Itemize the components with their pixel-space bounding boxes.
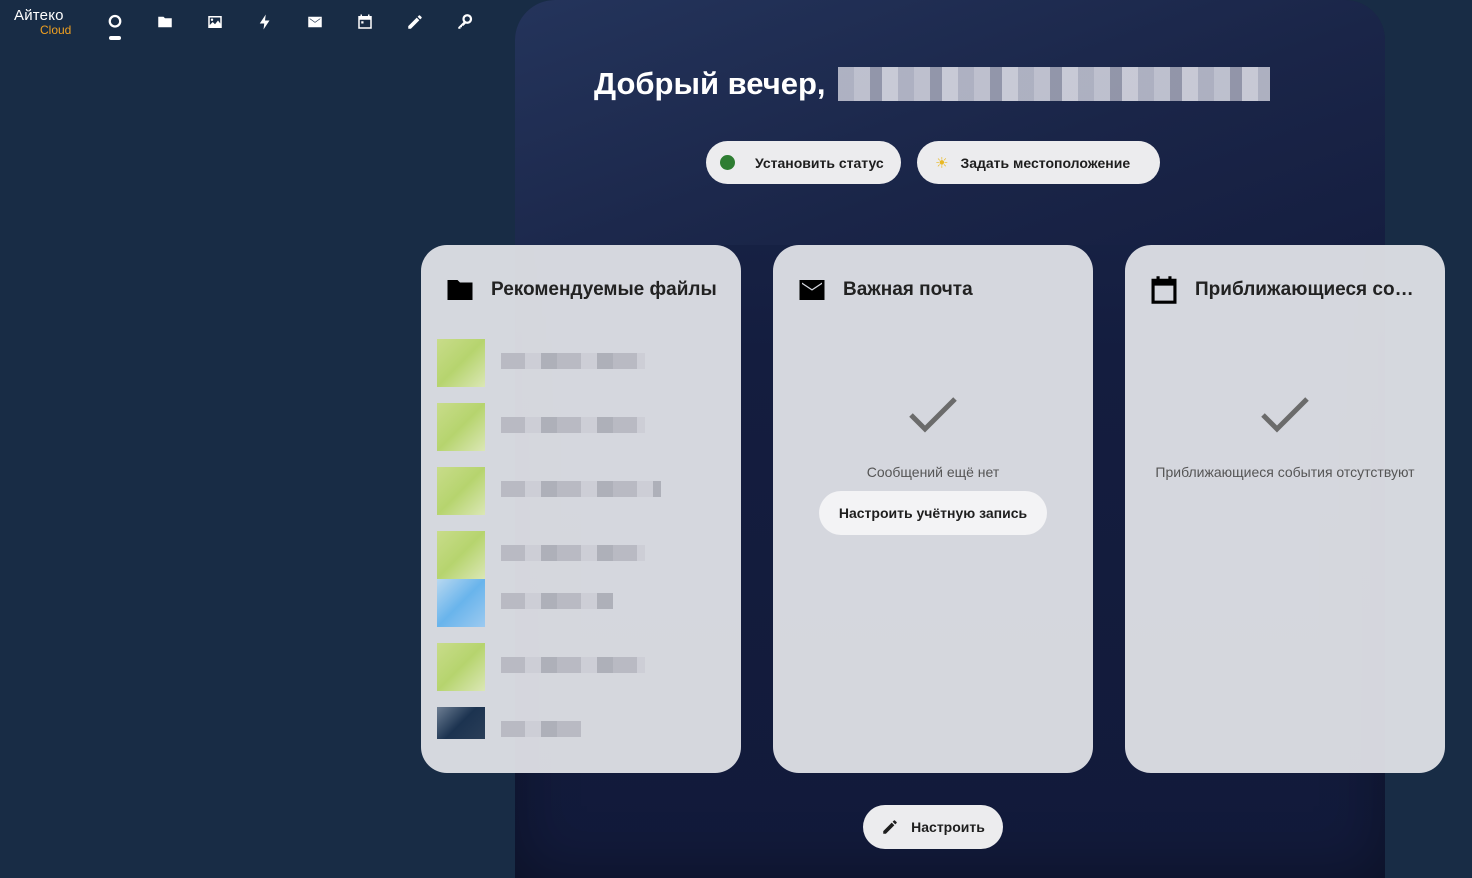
file-name-redacted [501, 417, 645, 433]
widget-title[interactable]: Рекомендуемые файлы [491, 279, 717, 301]
mail-icon[interactable] [303, 10, 327, 34]
calendar-icon[interactable] [353, 10, 377, 34]
mail-icon [799, 280, 825, 300]
empty-state-text: Сообщений ещё нет [866, 464, 1000, 480]
list-item[interactable] [437, 531, 677, 579]
set-status-label: Установить статус [755, 154, 884, 171]
photos-icon[interactable] [203, 10, 227, 34]
file-thumbnail [437, 707, 485, 739]
widget-header: Рекомендуемые файлы [445, 275, 721, 305]
list-item[interactable] [437, 707, 677, 755]
list-item[interactable] [437, 403, 677, 451]
file-thumbnail [437, 579, 485, 627]
brand-logo[interactable]: Айтеко Cloud [14, 8, 84, 36]
set-status-button[interactable]: Установить статус [706, 141, 901, 184]
weather-sun-icon: ☀ [935, 154, 949, 172]
greeting: Добрый вечер, [594, 66, 1270, 102]
widget-header: Приближающиеся события [1149, 275, 1425, 305]
user-name-redacted [837, 67, 1270, 101]
file-name-redacted [501, 545, 645, 561]
top-bar: Айтеко Cloud [0, 0, 1472, 50]
widget-important-mail: Важная почта Сообщений ещё нет Настроить… [773, 245, 1093, 773]
greeting-text: Добрый вечер, [594, 66, 826, 101]
customize-label: Настроить [911, 819, 985, 835]
setup-account-button[interactable]: Настроить учётную запись [819, 491, 1047, 535]
status-dot-icon [720, 155, 735, 170]
customize-button[interactable]: Настроить [863, 805, 1003, 849]
file-thumbnail [437, 403, 485, 451]
widget-title[interactable]: Важная почта [843, 279, 973, 301]
list-item[interactable] [437, 339, 677, 387]
file-name-redacted [501, 593, 613, 609]
activity-icon[interactable] [253, 10, 277, 34]
widget-upcoming-events: Приближающиеся события Приближающиеся со… [1125, 245, 1445, 773]
set-location-button[interactable]: ☀ Задать местоположение [917, 141, 1160, 184]
list-item[interactable] [437, 467, 677, 515]
pencil-icon [883, 820, 897, 834]
folder-icon [447, 280, 473, 300]
set-location-label: Задать местоположение [960, 154, 1131, 171]
widget-title[interactable]: Приближающиеся события [1195, 279, 1425, 301]
calendar-icon [1151, 276, 1177, 304]
widget-recommended-files: Рекомендуемые файлы [421, 245, 741, 773]
file-name-redacted [501, 481, 661, 497]
brand-sub: Cloud [40, 23, 72, 37]
file-name-redacted [501, 353, 645, 369]
dashboard-icon[interactable] [103, 10, 127, 34]
active-indicator [109, 36, 121, 40]
list-item[interactable] [437, 579, 677, 627]
file-thumbnail [437, 531, 485, 579]
widget-header: Важная почта [797, 275, 1073, 305]
file-thumbnail [437, 339, 485, 387]
checkmark-icon [908, 395, 958, 435]
file-name-redacted [501, 721, 581, 737]
file-thumbnail [437, 467, 485, 515]
notes-icon[interactable] [403, 10, 427, 34]
empty-state-text: Приближающиеся события отсутствуют [1155, 464, 1415, 480]
file-thumbnail [437, 643, 485, 691]
brand-name: Айтеко [14, 7, 64, 24]
list-item[interactable] [437, 643, 677, 691]
files-icon[interactable] [153, 10, 177, 34]
passwords-icon[interactable] [453, 10, 477, 34]
checkmark-icon [1260, 395, 1310, 435]
file-name-redacted [501, 657, 645, 673]
